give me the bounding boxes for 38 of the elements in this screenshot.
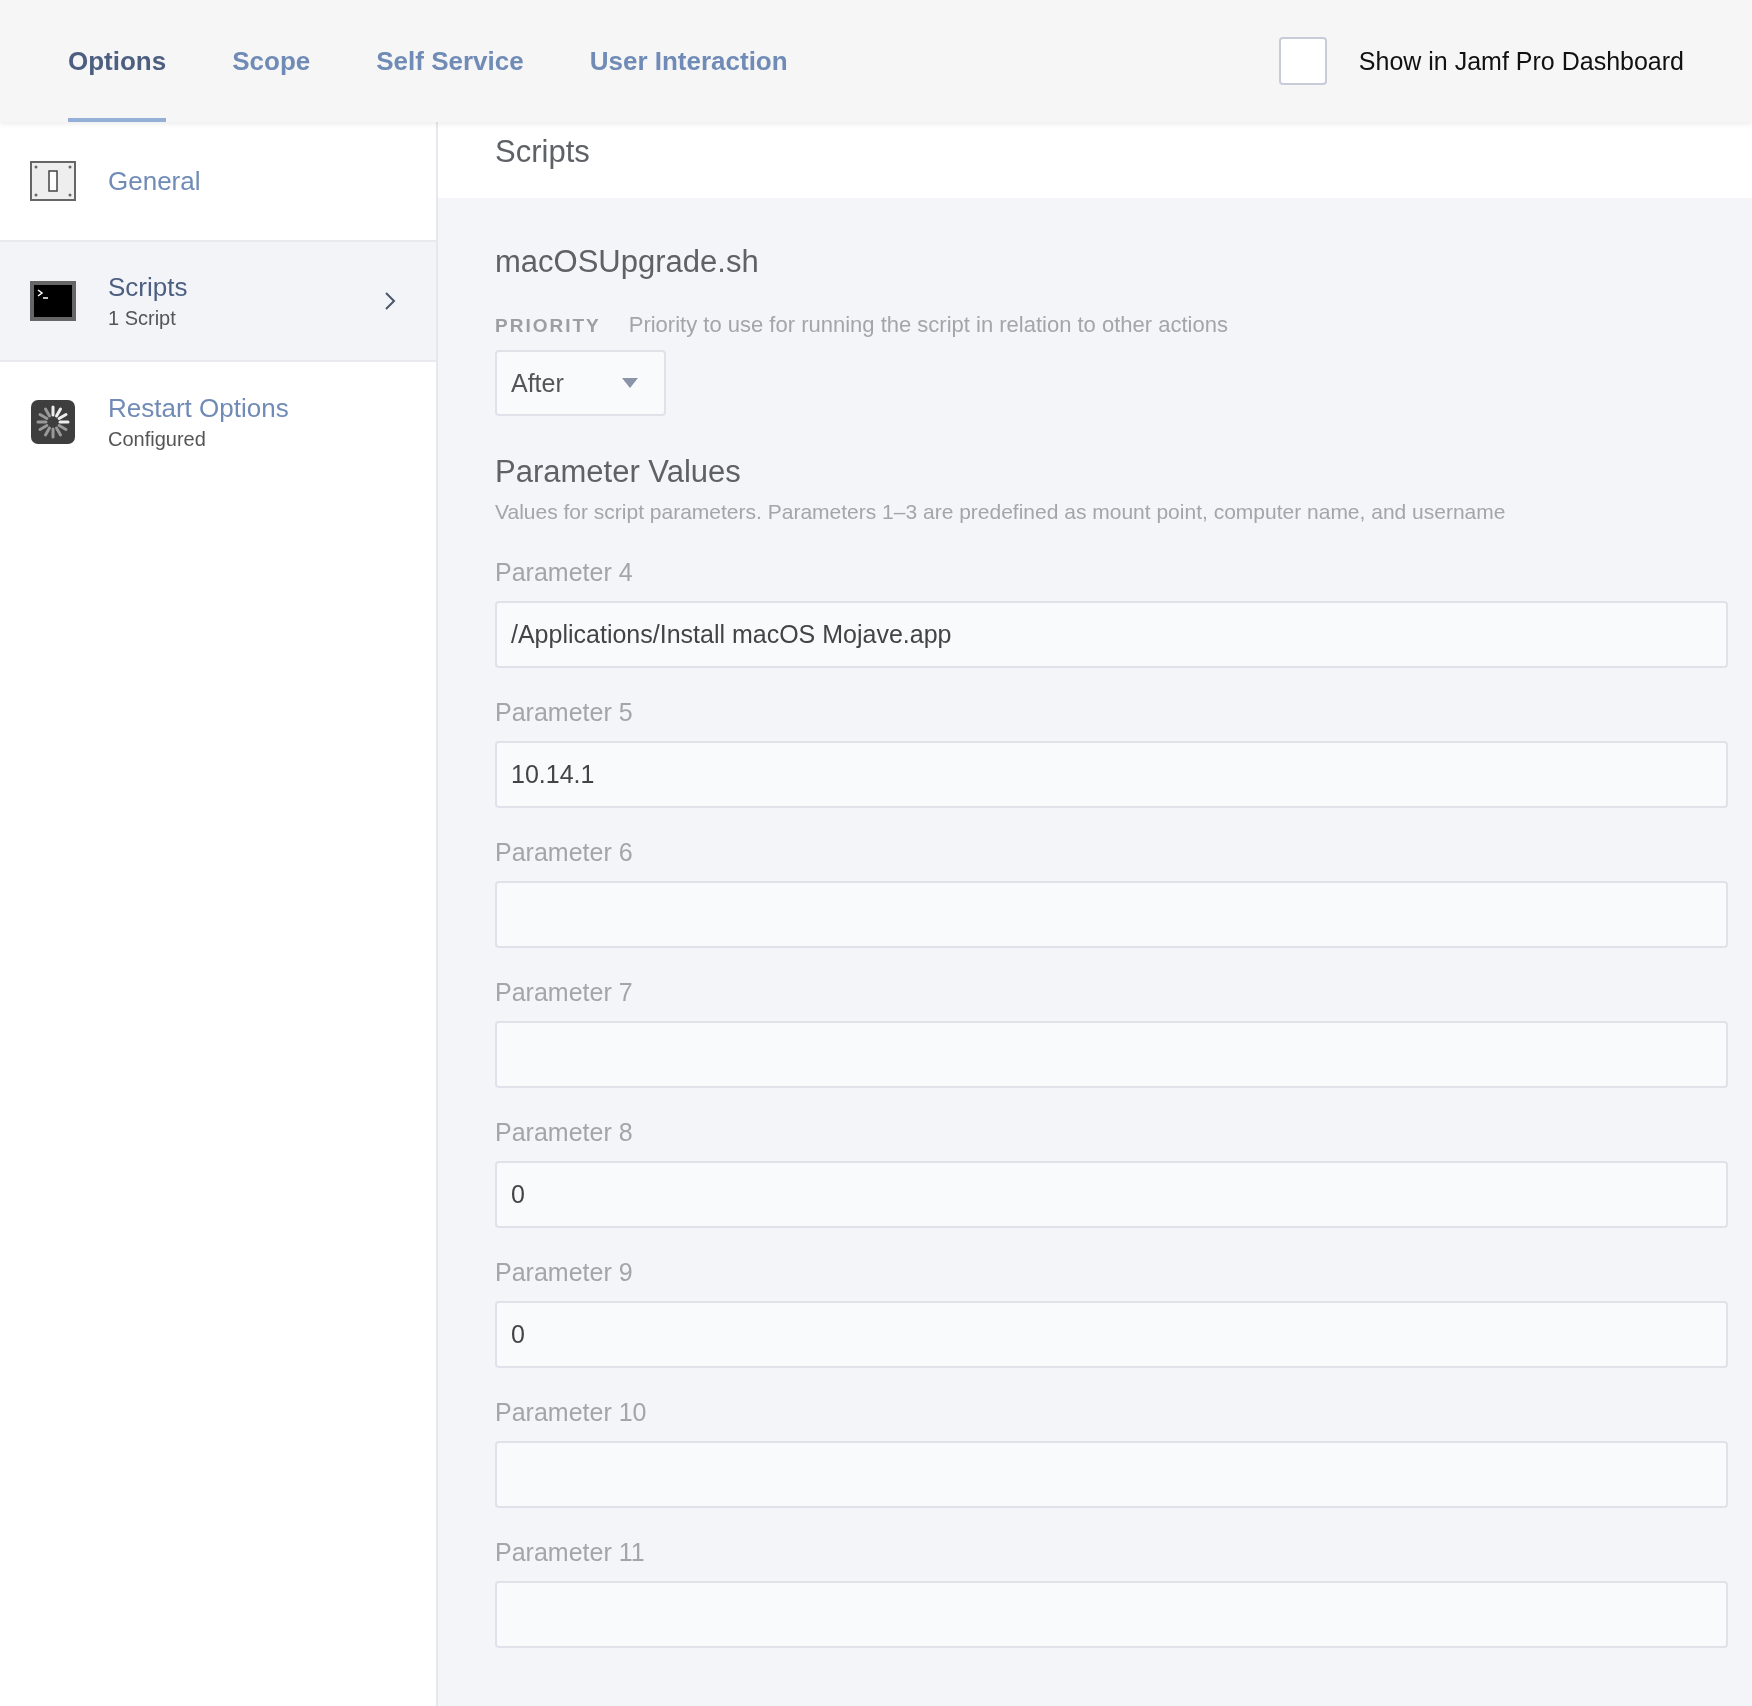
field-label: Parameter 7 xyxy=(495,978,634,1007)
chevron-right-icon xyxy=(384,291,396,311)
priority-description: Priority to use for running the script in relation to other actions xyxy=(628,312,1228,338)
terminal-icon xyxy=(30,278,76,324)
item-title: General xyxy=(108,165,202,197)
priority-dropdown[interactable]: After xyxy=(495,350,666,416)
input-field[interactable] xyxy=(495,1581,1728,1648)
switch-icon xyxy=(30,158,76,204)
sidebar-item[interactable]: Scripts 1 Script xyxy=(0,242,436,362)
input-field[interactable]: /Applications/Install macOS Mojave.app xyxy=(495,601,1728,668)
field-label: Parameter 9 xyxy=(495,1258,634,1287)
field-label: Parameter 6 xyxy=(495,838,634,867)
input-field[interactable] xyxy=(495,1021,1728,1088)
field-label: Parameter 10 xyxy=(495,1398,648,1427)
input-field[interactable] xyxy=(495,881,1728,948)
parameters-description: Values for script parameters. Parameters 1–3 are predefined as mount point, computer name, and username xyxy=(495,500,1507,524)
field-label: Parameter 5 xyxy=(495,698,634,727)
item-subtitle: 1 Script xyxy=(108,307,177,330)
input-field[interactable] xyxy=(495,1441,1728,1508)
priority-label: PRIORITY xyxy=(495,315,601,337)
checkbox[interactable] xyxy=(1278,37,1327,85)
input-field[interactable]: 10.14.1 xyxy=(495,741,1728,808)
input-field[interactable]: 0 xyxy=(495,1301,1728,1368)
item-title: Restart Options xyxy=(108,393,290,424)
item-title: Scripts xyxy=(108,272,189,303)
input-field[interactable]: 0 xyxy=(495,1161,1728,1228)
item-subtitle: Configured xyxy=(108,428,207,451)
field-label: Parameter 8 xyxy=(495,1118,634,1147)
sidebar-item[interactable]: Restart Options Configured xyxy=(0,362,436,482)
spinner-icon xyxy=(30,399,76,445)
parameters-heading: Parameter Values xyxy=(495,454,742,490)
field-label: Parameter 4 xyxy=(495,558,634,587)
section-title: Scripts xyxy=(495,134,590,170)
checkbox-label: Show in Jamf Pro Dashboard xyxy=(1358,46,1684,76)
script-name: macOSUpgrade.sh xyxy=(495,244,760,280)
field-label: Parameter 11 xyxy=(495,1538,646,1567)
caret-icon xyxy=(622,378,638,388)
tab[interactable]: Options xyxy=(68,0,167,122)
